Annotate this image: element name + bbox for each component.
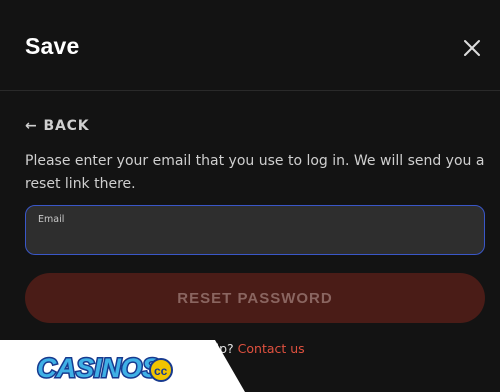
modal-header: Save <box>0 0 500 91</box>
back-button[interactable]: ← BACK <box>25 117 89 135</box>
email-input[interactable] <box>38 230 472 250</box>
back-label: BACK <box>43 118 90 134</box>
casinos-logo: CASINOS cc <box>36 352 173 385</box>
email-label: Email <box>38 214 65 225</box>
email-field[interactable]: Email <box>25 205 485 255</box>
form-description: Please enter your email that you use to … <box>25 153 485 192</box>
close-icon[interactable] <box>459 35 485 61</box>
arrow-left-icon: ← <box>25 118 38 134</box>
reset-password-button[interactable]: RESET PASSWORD <box>25 273 485 323</box>
svg-text:cc: cc <box>154 364 168 378</box>
casinos-watermark: CASINOS cc <box>0 340 245 392</box>
modal-title: Save <box>25 33 80 59</box>
svg-text:CASINOS: CASINOS <box>37 353 160 383</box>
contact-us-link[interactable]: Contact us <box>238 341 305 356</box>
